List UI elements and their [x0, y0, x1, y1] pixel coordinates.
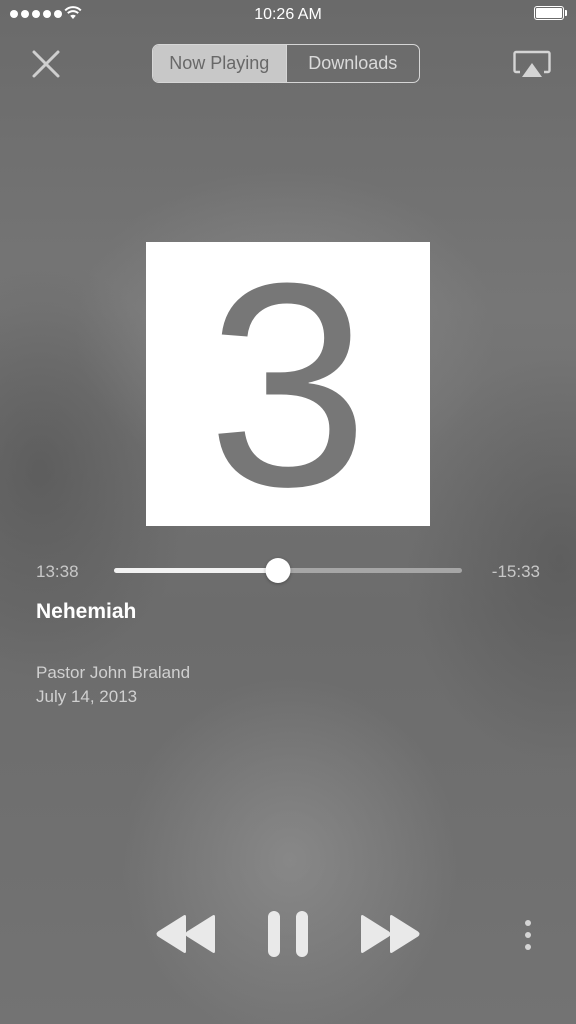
airplay-button[interactable]	[513, 50, 551, 80]
elapsed-time: 13:38	[36, 562, 79, 581]
track-speaker: Pastor John Braland	[36, 663, 191, 682]
airplay-icon	[513, 50, 551, 77]
segmented-control: Now Playing Downloads	[152, 44, 420, 83]
artwork-number: 3	[207, 223, 369, 547]
rewind-button[interactable]	[155, 912, 217, 956]
fast-forward-button[interactable]	[359, 912, 421, 956]
rewind-icon	[156, 915, 215, 953]
fast-forward-icon	[361, 915, 420, 953]
status-time: 10:26 AM	[254, 6, 322, 23]
more-icon	[525, 920, 531, 950]
progress-thumb[interactable]	[265, 558, 291, 583]
progress-slider[interactable]	[114, 558, 462, 583]
pause-icon	[268, 911, 308, 957]
progress-fill	[114, 568, 278, 573]
battery-icon	[534, 6, 568, 20]
track-date: July 14, 2013	[36, 687, 138, 706]
remaining-time: -15:33	[491, 562, 540, 581]
pause-button[interactable]	[266, 910, 310, 958]
album-artwork: 3	[146, 240, 430, 530]
tab-now-playing[interactable]: Now Playing	[153, 45, 286, 82]
tab-downloads[interactable]: Downloads	[285, 45, 420, 82]
close-button[interactable]	[30, 48, 62, 80]
more-options-button[interactable]	[518, 916, 538, 954]
close-icon	[32, 50, 60, 78]
track-title: Nehemiah	[36, 600, 137, 623]
status-bar: 10:26 AM	[0, 0, 576, 30]
